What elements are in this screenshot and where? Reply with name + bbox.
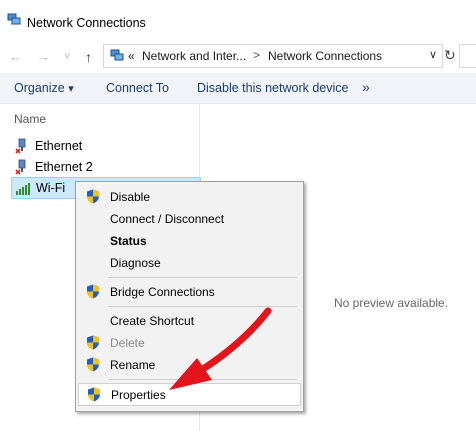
breadcrumb-network-and-internet[interactable]: Network and Inter...: [142, 49, 246, 63]
uac-shield-icon: [87, 189, 99, 204]
up-button[interactable]: ↑: [85, 49, 92, 65]
ethernet-disconnected-icon: [15, 159, 26, 175]
back-button[interactable]: ←: [9, 49, 22, 64]
refresh-icon[interactable]: ↻: [444, 47, 456, 64]
chevron-down-icon: ▾: [68, 83, 74, 95]
address-overflow[interactable]: «: [128, 49, 135, 63]
more-commands-button[interactable]: »: [362, 79, 370, 95]
list-item-ethernet-2[interactable]: Ethernet 2: [11, 157, 199, 177]
menu-item-delete: Delete: [78, 332, 299, 353]
menu-separator: [108, 379, 297, 380]
list-item-label: Ethernet: [35, 139, 83, 153]
list-item-ethernet[interactable]: Ethernet: [11, 136, 199, 156]
uac-shield-icon: [87, 335, 99, 350]
menu-item-diagnose[interactable]: Diagnose: [78, 252, 299, 273]
network-connections-icon: [7, 13, 21, 25]
uac-shield-icon: [88, 387, 100, 402]
column-header-name[interactable]: Name: [14, 112, 46, 126]
menu-item-label: Rename: [110, 358, 156, 372]
menu-item-label: Delete: [110, 336, 145, 350]
menu-item-bridge-connections[interactable]: Bridge Connections: [78, 281, 299, 302]
connect-to-button[interactable]: Connect To: [106, 81, 169, 95]
menu-item-label: Status: [110, 234, 147, 248]
menu-item-create-shortcut[interactable]: Create Shortcut: [78, 310, 299, 331]
recent-locations-button[interactable]: ˅: [64, 51, 70, 63]
breadcrumb-separator[interactable]: >: [253, 48, 260, 62]
forward-button[interactable]: →: [37, 49, 50, 64]
organize-label: Organize: [14, 81, 65, 95]
wifi-signal-icon: [16, 183, 30, 195]
menu-item-rename[interactable]: Rename: [78, 354, 299, 375]
search-input[interactable]: [459, 44, 476, 68]
uac-shield-icon: [87, 284, 99, 299]
uac-shield-icon: [87, 357, 99, 372]
list-item-label: Ethernet 2: [35, 160, 93, 174]
network-connections-icon: [110, 49, 124, 61]
context-menu: Disable Connect / Disconnect Status Diag…: [75, 181, 304, 412]
command-bar: Organize ▾ Connect To Disable this netwo…: [0, 73, 476, 104]
menu-item-label: Disable: [110, 190, 151, 204]
chevron-down-icon[interactable]: ∨: [429, 48, 437, 61]
address-bar[interactable]: « Network and Inter... > Network Connect…: [103, 44, 443, 68]
menu-separator: [108, 277, 297, 278]
breadcrumb-network-connections[interactable]: Network Connections: [268, 49, 382, 63]
menu-item-properties[interactable]: Properties: [78, 383, 301, 406]
menu-item-label: Properties: [111, 388, 166, 402]
menu-item-label: Diagnose: [110, 256, 161, 270]
menu-item-label: Create Shortcut: [110, 314, 195, 328]
list-item-label: Wi-Fi: [36, 181, 66, 195]
disable-device-button[interactable]: Disable this network device: [197, 81, 348, 95]
menu-item-connect-disconnect[interactable]: Connect / Disconnect: [78, 208, 299, 229]
title-bar: Network Connections: [0, 0, 476, 44]
menu-item-status[interactable]: Status: [78, 230, 299, 251]
menu-item-label: Bridge Connections: [110, 285, 215, 299]
window-title: Network Connections: [27, 16, 146, 30]
menu-separator: [108, 306, 297, 307]
ethernet-disconnected-icon: [15, 138, 26, 154]
menu-item-label: Connect / Disconnect: [110, 212, 225, 226]
menu-item-disable[interactable]: Disable: [78, 186, 299, 207]
organize-button[interactable]: Organize ▾: [14, 81, 74, 95]
no-preview-message: No preview available.: [334, 296, 449, 310]
